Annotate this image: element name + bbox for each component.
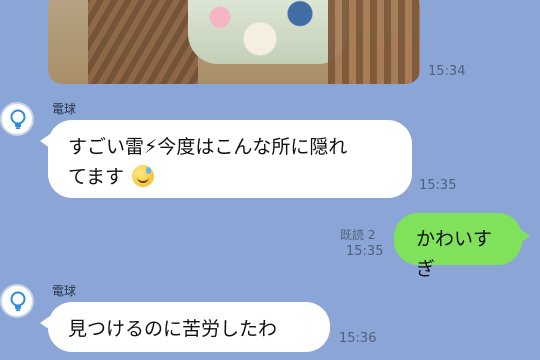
lightbulb-icon	[10, 291, 26, 311]
grinning-sweat-emoji	[132, 165, 155, 187]
read-receipt: 既読 2	[340, 228, 376, 242]
sender-name: 電球	[52, 102, 77, 116]
photo-cushion	[188, 0, 348, 64]
incoming-message-line-1: すごい雷⚡今度はこんな所に隠れ	[68, 136, 348, 158]
incoming-message-text-2: 見つけるのに苦労したわ	[68, 318, 278, 340]
incoming-message-line-2-text: てます	[68, 166, 125, 188]
sender-avatar-2[interactable]	[0, 284, 34, 318]
sender-avatar[interactable]	[0, 102, 34, 136]
incoming-message-bubble[interactable]: すごい雷⚡今度はこんな所に隠れ てます	[40, 120, 412, 198]
photo-chair-left	[88, 0, 198, 84]
incoming-message-time-2: 15:36	[339, 331, 377, 346]
photo-chair-right	[328, 0, 420, 84]
incoming-message-bubble-2[interactable]: 見つけるのに苦労したわ	[40, 302, 330, 352]
outgoing-message-bubble[interactable]: かわいすぎ	[394, 213, 530, 280]
shared-photo[interactable]	[48, 0, 420, 84]
incoming-message-line-2: てます	[68, 162, 394, 192]
outgoing-message-time: 15:35	[346, 244, 384, 259]
sender-name-2: 電球	[52, 284, 77, 298]
incoming-message-time-1: 15:35	[419, 178, 457, 193]
image-message-time: 15:34	[428, 64, 466, 79]
outgoing-message-text: かわいすぎ	[416, 228, 493, 280]
lightbulb-icon	[10, 109, 26, 129]
